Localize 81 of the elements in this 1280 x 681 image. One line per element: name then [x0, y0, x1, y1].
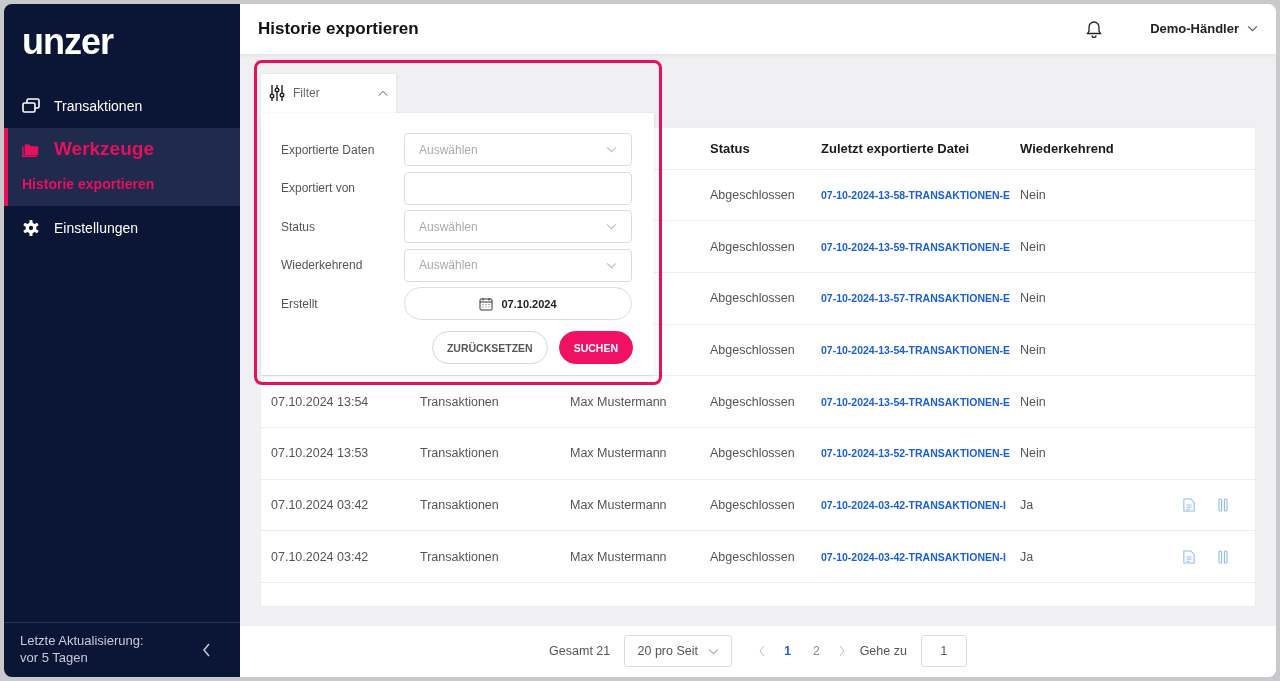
sliders-icon	[269, 84, 285, 102]
document-icon[interactable]	[1183, 498, 1195, 512]
file-link[interactable]: 07-10-2024-13-59-TRANSAKTIONEN-E	[821, 240, 1020, 253]
pause-icon[interactable]	[1217, 549, 1229, 564]
table-cell-text: Max Mustermann	[570, 549, 668, 564]
filter-tab[interactable]: Filter	[261, 73, 396, 113]
table-cell-text: Nein	[1020, 239, 1047, 254]
table-cell-text: Nein	[1020, 446, 1047, 461]
table-cell-text: Nein	[1020, 342, 1047, 357]
goto-label: Gehe zu	[859, 644, 907, 659]
user-menu[interactable]: Demo-Händler	[1150, 21, 1258, 37]
table-cell-text: Max Mustermann	[570, 394, 668, 409]
table-cell-text: Max Mustermann	[570, 446, 668, 461]
chevron-down-icon	[606, 223, 617, 231]
chevron-down-icon	[606, 261, 617, 269]
previous-page-icon[interactable]	[758, 645, 767, 658]
file-link[interactable]: 07-10-2024-13-57-TRANSAKTIONEN-E	[821, 292, 1020, 305]
page-size-select[interactable]: 20 pro Seit	[624, 635, 733, 668]
table-cell-text: Abgeschlossen	[710, 549, 796, 564]
reset-button[interactable]: ZURÜCKSETZEN	[431, 331, 548, 364]
settings-icon	[22, 218, 40, 237]
file-link[interactable]: 07-10-2024-13-58-TRANSAKTIONEN-E	[821, 188, 1020, 201]
chevron-down-icon	[1247, 25, 1258, 33]
page-link[interactable]: 2	[808, 644, 824, 659]
table-cell-text: Nein	[1020, 291, 1047, 306]
field-label: Erstellt	[281, 296, 319, 311]
file-link[interactable]: 07-10-2024-03-42-TRANSAKTIONEN-I	[821, 550, 1020, 563]
chevron-down-icon	[708, 647, 719, 655]
file-link[interactable]: 07-10-2024-03-42-TRANSAKTIONEN-I	[821, 499, 1020, 511]
table-cell-text: Transaktionen	[420, 394, 500, 409]
table-cell-text: Transaktionen	[420, 446, 500, 461]
total-count: Gesamt 21	[549, 644, 611, 659]
table-cell-text: Abgeschlossen	[710, 394, 796, 409]
search-button[interactable]: SUCHEN	[558, 331, 633, 364]
file-link[interactable]: 07-10-2024-13-54-TRANSAKTIONEN-E	[821, 395, 1020, 408]
last-update-text: Letzte Aktualisierung: vor 5 Tagen	[20, 633, 145, 667]
cards-icon	[22, 96, 40, 115]
table-cell-text: Ja	[1020, 498, 1035, 512]
table-cell-text: Nein	[1020, 394, 1047, 409]
input-field[interactable]	[404, 171, 632, 205]
page-link[interactable]: 1	[780, 644, 795, 659]
nav-item[interactable]: Werkzeuge	[8, 127, 240, 170]
nav-item[interactable]: Transaktionen	[4, 83, 240, 128]
chevron-icon	[378, 89, 388, 97]
field-label: Exportierte Daten	[281, 142, 376, 157]
bell-icon[interactable]	[1086, 19, 1103, 38]
column-header: Status	[710, 140, 751, 156]
column-header: Zuletzt exportierte Datei	[821, 140, 971, 156]
table-cell-text: Abgeschlossen	[710, 291, 796, 306]
table-cell-text: Transaktionen	[420, 498, 500, 512]
field-label: Status	[281, 219, 317, 234]
table-cell-text: 07.10.2024 13:54	[271, 394, 370, 409]
nav-item[interactable]: Einstellungen	[4, 205, 240, 250]
field-label: Exportiert von	[281, 181, 357, 196]
table-cell-text: 07.10.2024 13:53	[271, 446, 370, 461]
chevron-down-icon	[606, 146, 617, 154]
next-page-icon[interactable]	[837, 645, 846, 658]
nav-subitem[interactable]: Historie exportieren	[8, 169, 240, 202]
table-cell-text: 07.10.2024 03:42	[271, 549, 370, 564]
goto-field[interactable]: 1	[920, 635, 967, 668]
pause-icon[interactable]	[1217, 498, 1229, 512]
table-cell-text: Abgeschlossen	[710, 239, 796, 254]
table-cell-text: Ja	[1020, 549, 1035, 564]
table-cell-text: Abgeschlossen	[710, 498, 796, 512]
document-icon[interactable]	[1183, 549, 1195, 564]
calendar-icon	[479, 296, 494, 311]
column-header: Wiederkehrend	[1020, 140, 1115, 156]
logo: unzer	[21, 20, 115, 64]
table-cell-text: Max Mustermann	[570, 498, 668, 512]
field-label: Wiederkehrend	[281, 258, 364, 273]
file-link[interactable]: 07-10-2024-13-52-TRANSAKTIONEN-E	[821, 447, 1020, 460]
date-field[interactable]: 07.10.2024	[404, 287, 632, 321]
file-link[interactable]: 07-10-2024-13-54-TRANSAKTIONEN-E	[821, 343, 1020, 356]
table-cell-text: Nein	[1020, 187, 1047, 202]
table-cell-text: Abgeschlossen	[710, 446, 796, 461]
page-title: Historie exportieren	[258, 18, 420, 39]
table-cell-text: 07.10.2024 03:42	[271, 498, 370, 512]
table-cell-text: Abgeschlossen	[710, 342, 796, 357]
collapse-icon[interactable]	[202, 642, 212, 659]
table-cell-text: Abgeschlossen	[710, 187, 796, 202]
table-cell-text: Transaktionen	[420, 549, 500, 564]
